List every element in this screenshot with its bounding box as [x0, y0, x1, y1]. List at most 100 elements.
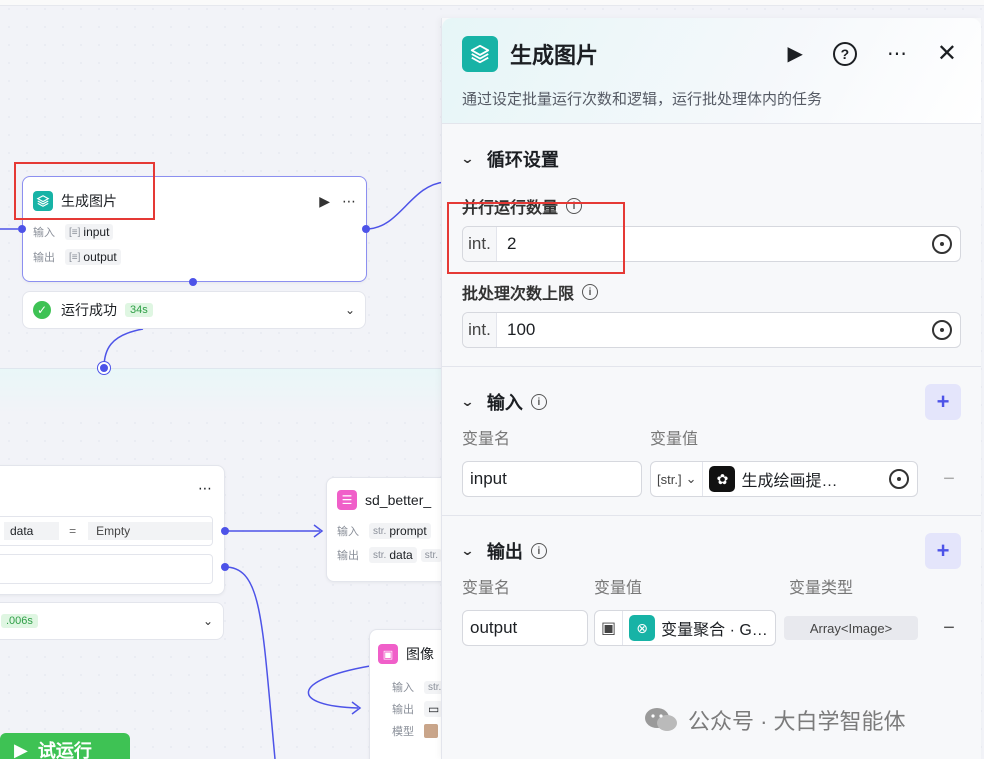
image-type-icon: ▣ — [595, 611, 624, 645]
panel-header: 生成图片 ▶ ? ⋯ ✕ 通过设定批量运行次数和逻辑，运行批处理体内的任务 — [442, 18, 981, 124]
batch-body-port[interactable] — [98, 362, 110, 374]
int-type-label: int. — [463, 227, 497, 261]
node-config-panel: 生成图片 ▶ ? ⋯ ✕ 通过设定批量运行次数和逻辑，运行批处理体内的任务 ⌄ … — [441, 18, 981, 759]
max-batch-input[interactable]: int. 100 — [462, 312, 961, 348]
input-label: 输入 — [33, 227, 55, 239]
remove-input-button[interactable]: − — [937, 468, 961, 491]
max-batch-label-text: 批处理次数上限 — [462, 286, 575, 303]
stepper-icon[interactable] — [889, 469, 909, 489]
input-value-field[interactable]: [str.] ⌄ ✿ 生成绘画提… — [650, 461, 918, 497]
info-icon[interactable]: i — [566, 198, 583, 214]
info-icon[interactable]: i — [582, 284, 599, 300]
output-title: 输出 — [486, 542, 523, 562]
image-icon: ▣ — [378, 644, 398, 664]
input-ref-value: 生成绘画提… — [741, 473, 838, 490]
more-icon[interactable]: ⋯ — [887, 44, 907, 64]
play-icon[interactable]: ▶ — [319, 193, 330, 210]
output-name-value: output — [470, 618, 518, 637]
chevron-down-icon[interactable]: ⌄ — [460, 151, 474, 167]
input-name-field[interactable]: input — [462, 461, 642, 497]
info-icon[interactable]: i — [530, 394, 547, 410]
output-label: 输出 — [392, 704, 414, 716]
output-name-field[interactable]: output — [462, 610, 588, 646]
more-icon[interactable]: ⋯ — [342, 193, 356, 210]
max-batch-value[interactable]: 100 — [497, 320, 535, 340]
array-type-icon: [≡] — [69, 226, 81, 238]
panel-description: 通过设定批量运行次数和逻辑，运行批处理体内的任务 — [462, 91, 823, 108]
condition-left: data — [4, 522, 60, 540]
col-type: 变量类型 — [789, 580, 854, 597]
watermark: 公众号 · 大白学智能体 — [644, 704, 906, 736]
output-section: ⌄ 输出 i + 变量名 变量值 变量类型 output ▣ ⊗ 变量聚合 · … — [442, 516, 981, 646]
condition-operator: = — [69, 524, 77, 538]
type-str: str. — [373, 549, 387, 561]
max-batch-label: 批处理次数上限 i — [462, 280, 961, 304]
node-bottom-port[interactable] — [189, 278, 197, 286]
concurrency-input[interactable]: int. 2 — [462, 226, 961, 262]
node-generate-image[interactable]: 生成图片 ▶ ⋯ 输入 [≡] input 输出 [≡] output — [22, 176, 367, 282]
play-icon[interactable]: ▶ — [788, 44, 803, 64]
node-title: sd_better_ — [365, 492, 432, 508]
type-str: str. — [373, 525, 387, 537]
condition-status-bar[interactable]: .006s ⌄ — [0, 602, 224, 640]
col-name: 变量名 — [462, 580, 511, 597]
node-input-port[interactable] — [18, 225, 26, 233]
concurrency-label: 并行运行数量 i — [462, 194, 961, 218]
panel-title[interactable]: 生成图片 — [510, 38, 598, 70]
input-label: 输入 — [337, 526, 359, 538]
type-str: str. — [424, 549, 439, 561]
condition-empty-row — [0, 554, 213, 584]
check-icon: ✓ — [33, 301, 51, 319]
condition-port-1[interactable] — [221, 527, 229, 535]
input-label: 输入 — [392, 682, 414, 694]
layers-icon — [462, 36, 498, 72]
status-text: 运行成功 — [61, 302, 117, 318]
run-status-bar[interactable]: ✓ 运行成功 34s ⌄ — [22, 291, 366, 329]
output-ref-value: 变量聚合 · G… — [661, 622, 768, 639]
type-str: str. — [428, 681, 442, 693]
chevron-down-icon[interactable]: ⌄ — [460, 394, 474, 410]
model-label: 模型 — [392, 726, 414, 738]
col-name: 变量名 — [462, 431, 511, 448]
aggregate-icon: ⊗ — [629, 615, 656, 641]
list-icon: ☰ — [337, 490, 357, 510]
output-pill: str. data — [369, 547, 417, 563]
test-run-button[interactable]: ▶ 试运行 — [0, 733, 130, 759]
chevron-down-icon[interactable]: ⌄ — [345, 303, 355, 317]
loop-settings-header[interactable]: ⌄ 循环设置 — [460, 124, 961, 194]
input-value: input — [83, 225, 110, 239]
col-value: 变量值 — [594, 580, 643, 597]
node-sd-better[interactable]: ☰ sd_better_ 输入 str. prompt 输出 str. data s… — [326, 477, 456, 582]
output-value-field[interactable]: ▣ ⊗ 变量聚合 · G… — [594, 610, 776, 646]
info-icon[interactable]: i — [530, 543, 547, 559]
concurrency-value[interactable]: 2 — [497, 234, 516, 254]
remove-output-button[interactable]: − — [937, 617, 961, 640]
output-label: 输出 — [337, 550, 359, 562]
play-icon: ▶ — [14, 739, 28, 759]
loop-settings-title: 循环设置 — [486, 150, 559, 170]
condition-port-2[interactable] — [221, 563, 229, 571]
add-output-button[interactable]: + — [925, 533, 961, 569]
more-icon[interactable]: ⋯ — [198, 480, 212, 497]
output-pill-2: str. — [420, 548, 443, 562]
node-condition[interactable]: ⋯ data = Empty — [0, 465, 225, 595]
array-type-icon: [≡] — [69, 251, 81, 263]
stepper-icon[interactable] — [932, 320, 952, 340]
model-avatar — [424, 724, 438, 738]
close-icon[interactable]: ✕ — [937, 42, 957, 66]
output-value: output — [83, 250, 117, 264]
loop-settings-section: ⌄ 循环设置 并行运行数量 i int. 2 批处理次数上限 i int. 10… — [442, 124, 981, 367]
node-title: 图像 — [406, 646, 434, 662]
output-label: 输出 — [33, 252, 55, 264]
type-str-array: [str.] — [657, 471, 682, 487]
stepper-icon[interactable] — [932, 234, 952, 254]
output-type-value: Array<Image> — [809, 620, 893, 636]
chevron-down-icon[interactable]: ⌄ — [460, 543, 474, 559]
type-selector[interactable]: [str.] ⌄ — [651, 462, 704, 496]
help-icon[interactable]: ? — [832, 42, 857, 66]
node-output-port[interactable] — [362, 225, 370, 233]
input-pill: [≡] input — [65, 224, 114, 240]
chevron-down-icon[interactable]: ⌄ — [203, 614, 213, 628]
output-pill: [≡] output — [65, 249, 121, 265]
add-input-button[interactable]: + — [925, 384, 961, 420]
